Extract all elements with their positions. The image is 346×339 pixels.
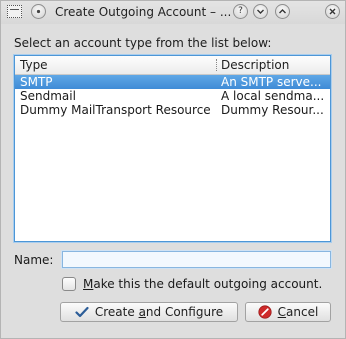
list-row-sendmail[interactable]: Sendmail A local sendma...: [15, 89, 330, 103]
window-title: Create Outgoing Account – ...: [55, 5, 232, 19]
instruction-text: Select an account type from the list bel…: [14, 36, 272, 50]
list-row-dummy-transport[interactable]: Dummy MailTransport Resource Dummy Resou…: [15, 103, 330, 117]
label-accelerator: C: [277, 305, 287, 319]
account-type-list[interactable]: Type Description SMTP An SMTP serve... S…: [14, 55, 331, 242]
checkmark-icon: [75, 306, 89, 318]
label-accelerator: M: [83, 277, 94, 291]
row-type: Dummy MailTransport Resource: [20, 103, 211, 117]
create-button-label: Create and Configure: [95, 305, 223, 319]
list-header: Type Description: [15, 56, 330, 75]
column-header-description[interactable]: Description: [221, 58, 289, 72]
row-type: Sendmail: [20, 89, 76, 103]
label-part: Create: [94, 305, 139, 319]
column-separator[interactable]: [216, 59, 218, 71]
default-account-checkbox[interactable]: [62, 277, 76, 291]
label-part: nd Configure: [145, 305, 224, 319]
row-type: SMTP: [20, 75, 53, 89]
cancel-icon: [258, 305, 272, 319]
keep-on-top-icon[interactable]: [31, 4, 46, 19]
label-text: ake this the default outgoing account.: [93, 277, 323, 291]
label-accelerator: a: [138, 305, 146, 319]
row-description: An SMTP serve...: [221, 75, 322, 89]
cancel-button[interactable]: Cancel: [245, 302, 331, 322]
maximize-button[interactable]: [275, 4, 290, 19]
title-bar[interactable]: Create Outgoing Account – ... ?: [1, 1, 345, 24]
minimize-button[interactable]: [253, 4, 268, 19]
label-part: ancel: [286, 305, 319, 319]
column-header-type[interactable]: Type: [20, 58, 48, 72]
close-button[interactable]: [325, 4, 340, 19]
name-input[interactable]: [62, 251, 331, 268]
dialog-window: Create Outgoing Account – ... ? Select a…: [0, 0, 346, 339]
default-account-label[interactable]: Make this the default outgoing account.: [83, 277, 322, 291]
window-menu-icon[interactable]: [7, 5, 22, 18]
name-label: Name:: [14, 253, 54, 267]
list-row-smtp[interactable]: SMTP An SMTP serve...: [15, 75, 330, 89]
row-description: Dummy Resour...: [221, 103, 324, 117]
cancel-button-label: Cancel: [278, 305, 319, 319]
row-description: A local sendma...: [221, 89, 325, 103]
create-and-configure-button[interactable]: Create and Configure: [60, 302, 238, 322]
help-button[interactable]: ?: [233, 4, 248, 19]
